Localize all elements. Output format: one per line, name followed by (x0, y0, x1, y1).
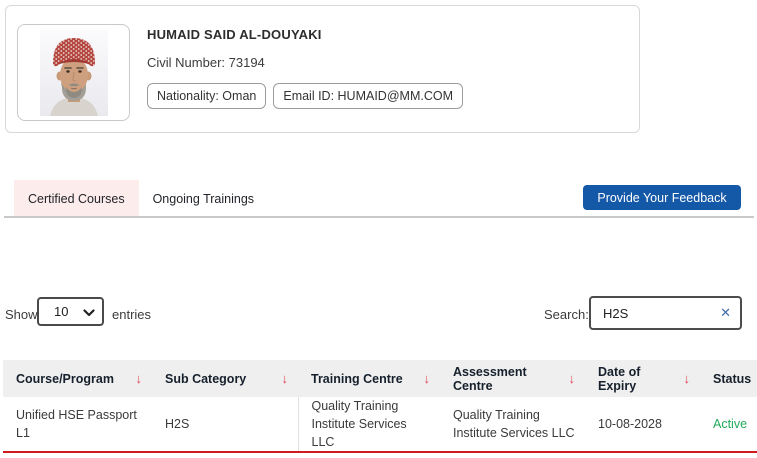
provide-feedback-button[interactable]: Provide Your Feedback (583, 185, 741, 210)
header-date-of-expiry[interactable]: Date of Expiry ↓ (585, 360, 700, 397)
tab-bar: Certified Courses Ongoing Trainings (14, 180, 268, 217)
email-badge: Email ID: HUMAID@MM.COM (273, 83, 463, 109)
status-badge: Active (700, 397, 757, 454)
header-assessment-centre[interactable]: Assessment Centre ↓ (440, 360, 585, 397)
profile-photo (17, 24, 130, 121)
entries-select[interactable]: 10 (37, 297, 104, 326)
table-controls: Show 10 entries Search: ✕ (0, 290, 757, 335)
cell-course-program: Unified HSE Passport L1 (3, 397, 152, 454)
chevron-down-icon (83, 309, 95, 317)
header-status[interactable]: Status (700, 360, 757, 397)
sort-desc-icon[interactable]: ↓ (684, 371, 691, 386)
header-sub-category[interactable]: Sub Category ↓ (152, 360, 298, 397)
entries-select-value: 10 (54, 304, 69, 319)
header-course-program[interactable]: Course/Program ↓ (3, 360, 152, 397)
civil-number: Civil Number: 73194 (147, 55, 463, 70)
cell-training-centre: Quality Training Institute Services LLC (297, 397, 440, 454)
cell-date-of-expiry: 10-08-2028 (585, 397, 700, 454)
civil-number-value: 73194 (228, 55, 265, 70)
sort-desc-icon[interactable]: ↓ (569, 371, 576, 386)
tab-divider (4, 216, 754, 218)
portrait-photo-image (39, 29, 108, 116)
search-input[interactable] (591, 298, 740, 328)
cell-assessment-centre: Quality Training Institute Services LLC (440, 397, 585, 454)
sort-desc-icon[interactable]: ↓ (282, 371, 289, 386)
sort-desc-icon[interactable]: ↓ (424, 371, 431, 386)
entries-label: entries (112, 307, 152, 322)
clear-search-icon[interactable]: ✕ (720, 305, 731, 321)
table-header-row: Course/Program ↓ Sub Category ↓ Training… (3, 360, 757, 397)
cell-sub-category: H2S (152, 397, 298, 454)
profile-name: HUMAID SAID AL-DOUYAKI (147, 27, 322, 42)
tab-ongoing-trainings[interactable]: Ongoing Trainings (139, 180, 268, 217)
table-row: Unified HSE Passport L1 H2S Quality Trai… (3, 397, 757, 454)
header-training-centre[interactable]: Training Centre ↓ (298, 360, 440, 397)
sort-desc-icon[interactable]: ↓ (136, 371, 143, 386)
certified-courses-table: Course/Program ↓ Sub Category ↓ Training… (3, 360, 757, 454)
profile-card: HUMAID SAID AL-DOUYAKI Civil Number: 731… (5, 5, 640, 133)
search-box: ✕ (589, 296, 742, 330)
show-label: Show (5, 307, 38, 322)
search-label: Search: (544, 307, 589, 322)
civil-number-label: Civil Number: (147, 55, 226, 70)
nationality-badge: Nationality: Oman (147, 83, 267, 109)
tab-certified-courses[interactable]: Certified Courses (14, 180, 139, 217)
